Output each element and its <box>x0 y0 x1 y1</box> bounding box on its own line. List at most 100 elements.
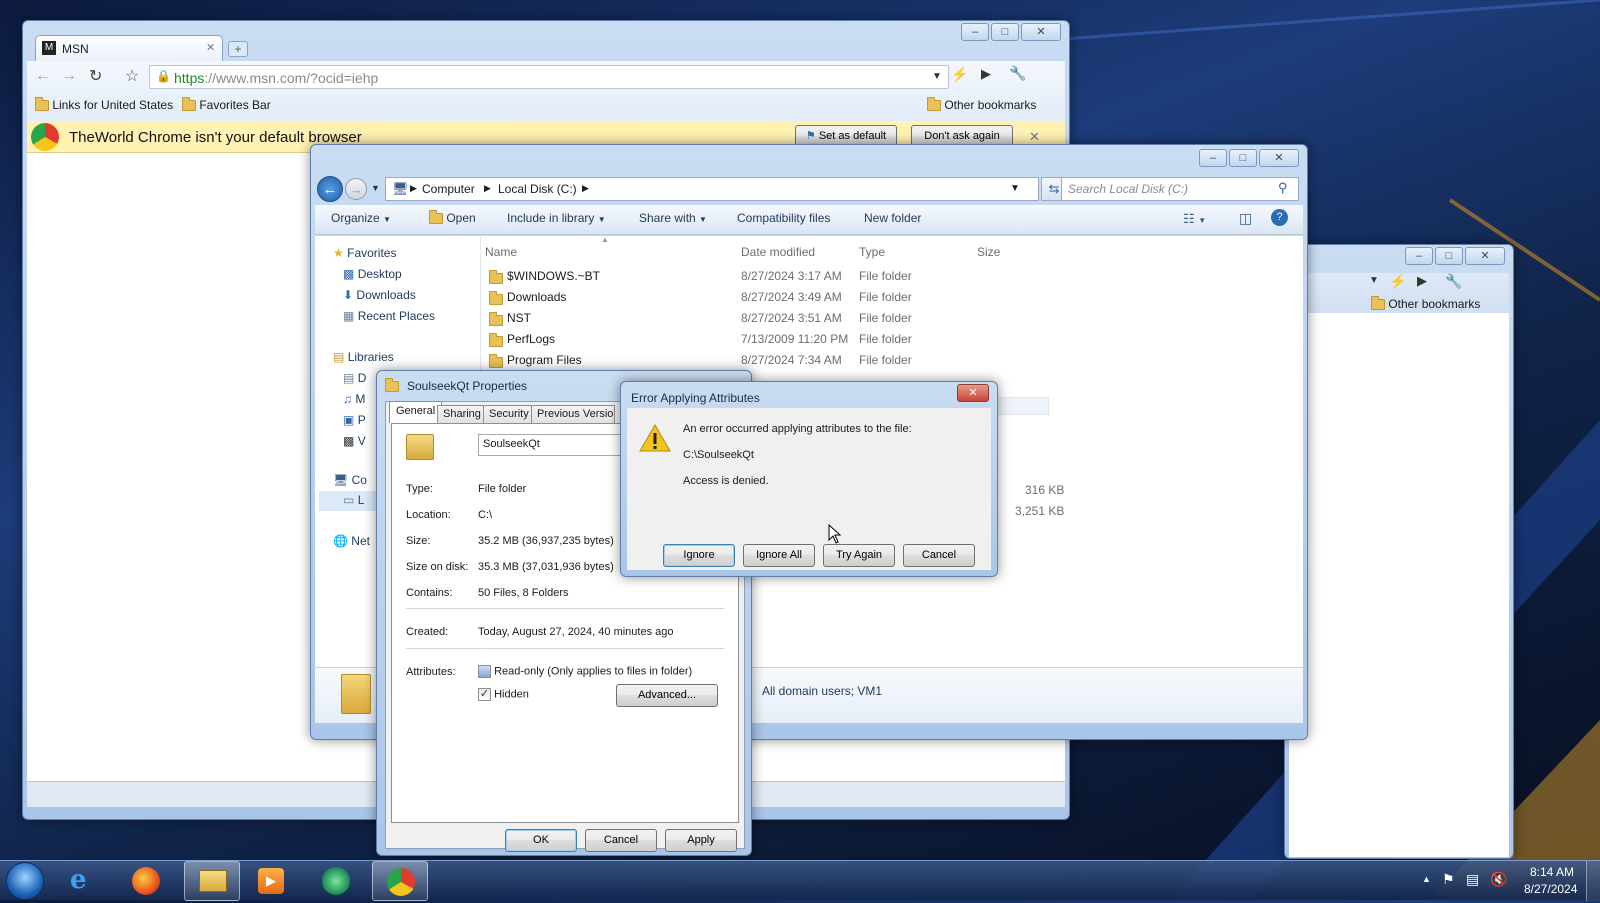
network-tray-icon[interactable]: ▤ <box>1466 871 1479 888</box>
lightning-icon[interactable]: ⚡ <box>951 66 968 83</box>
close-icon[interactable]: ✕ <box>1021 23 1061 41</box>
table-row[interactable]: Downloads 8/27/2024 3:49 AM File folder <box>487 287 1047 307</box>
close-icon[interactable]: ✕ <box>1259 149 1299 167</box>
preview-pane-icon[interactable]: ◫ <box>1239 210 1252 227</box>
clock-date[interactable]: 8/27/2024 <box>1524 882 1577 896</box>
breadcrumb-bar[interactable]: 🖥 ▶ Computer ▶ Local Disk (C:) ▶ ▼ <box>385 177 1039 201</box>
back-icon[interactable]: ← <box>35 67 51 85</box>
other-bookmarks-link[interactable]: Other bookmarks <box>927 97 1036 112</box>
new-tab-button[interactable]: + <box>228 41 248 57</box>
breadcrumb-computer[interactable]: Computer <box>422 182 475 196</box>
maximize-icon[interactable]: □ <box>991 23 1019 41</box>
recent-pages-dropdown-icon[interactable]: ▼ <box>371 183 380 193</box>
table-row[interactable]: PerfLogs 7/13/2009 11:20 PM File folder <box>487 329 1047 349</box>
cancel-button[interactable]: Cancel <box>903 544 975 567</box>
back-arrow-icon[interactable]: ← <box>317 176 343 202</box>
open-button[interactable]: Open <box>429 210 476 225</box>
file-explorer-icon[interactable] <box>184 861 240 901</box>
address-bar[interactable]: 🔒 https://www.msn.com/?ocid=iehp ▼ <box>149 65 949 89</box>
error-close-button[interactable]: ✕ <box>957 384 989 402</box>
infobar-close-icon[interactable]: ✕ <box>1029 129 1040 145</box>
reload-icon[interactable]: ↻ <box>89 66 102 86</box>
organize-button[interactable]: Organize ▼ <box>331 211 391 225</box>
show-desktop-button[interactable] <box>1586 861 1600 901</box>
lightning-icon[interactable]: ⚡ <box>1389 273 1406 290</box>
nav-recent-places[interactable]: ▦ Recent Places <box>343 309 435 323</box>
close-tab-icon[interactable]: ✕ <box>206 41 215 54</box>
advanced-button[interactable]: Advanced... <box>616 684 718 707</box>
nav-desktop[interactable]: ▩ Desktop <box>343 267 402 281</box>
nav-library-videos[interactable]: ▩ V <box>343 434 366 448</box>
action-center-flag-icon[interactable]: ⚑ <box>1442 871 1455 888</box>
address-dropdown-icon[interactable]: ▼ <box>1010 183 1020 194</box>
nav-favorites[interactable]: ★ Favorites <box>333 246 396 260</box>
nav-network[interactable]: 🌐 Net <box>333 534 370 548</box>
minimize-icon[interactable]: – <box>1199 149 1227 167</box>
column-type[interactable]: Type <box>859 245 885 259</box>
nav-computer[interactable]: 🖥 Co <box>333 473 367 487</box>
nav-libraries[interactable]: ▤ Libraries <box>333 350 394 364</box>
theworld-browser-icon[interactable] <box>372 861 428 901</box>
other-bookmarks-link[interactable]: Other bookmarks <box>1371 296 1480 311</box>
nav-downloads[interactable]: ⬇ Downloads <box>343 288 416 302</box>
tab-sharing[interactable]: Sharing <box>437 405 487 424</box>
ignore-all-button[interactable]: Ignore All <box>743 544 815 567</box>
internet-explorer-icon[interactable]: e <box>70 865 87 895</box>
forward-arrow-icon[interactable]: → <box>345 178 367 200</box>
new-folder-button[interactable]: New folder <box>864 211 921 225</box>
column-size[interactable]: Size <box>977 245 1000 259</box>
nav-library-documents[interactable]: ▤ D <box>343 371 366 385</box>
wrench-icon[interactable]: 🔧 <box>1445 273 1462 290</box>
error-dialog[interactable]: Error Applying Attributes ✕ An error occ… <box>620 381 998 577</box>
tab-msn[interactable]: M MSN ✕ <box>35 35 223 61</box>
ok-button[interactable]: OK <box>505 829 577 852</box>
bookmark-favorites-bar[interactable]: Favorites Bar <box>182 97 271 112</box>
breadcrumb-local-disk[interactable]: Local Disk (C:) <box>498 182 577 196</box>
forward-icon[interactable]: → <box>61 67 77 85</box>
search-icon[interactable]: ⚲ <box>1278 180 1288 196</box>
play-icon[interactable]: ▶ <box>1417 273 1427 289</box>
include-in-library-button[interactable]: Include in library ▼ <box>507 211 606 225</box>
column-date-modified[interactable]: Date modified <box>741 245 815 259</box>
help-icon[interactable]: ? <box>1271 209 1288 226</box>
cancel-button[interactable]: Cancel <box>585 829 657 852</box>
table-row[interactable]: $WINDOWS.~BT 8/27/2024 3:17 AM File fold… <box>487 266 1047 286</box>
close-icon[interactable]: ✕ <box>1465 247 1505 265</box>
show-hidden-icons-icon[interactable]: ▲ <box>1422 874 1431 884</box>
minimize-icon[interactable]: – <box>961 23 989 41</box>
wrench-icon[interactable]: 🔧 <box>1009 65 1026 82</box>
clock-time[interactable]: 8:14 AM <box>1530 865 1574 879</box>
tab-previous-versions[interactable]: Previous Versions <box>531 405 615 424</box>
try-again-button[interactable]: Try Again <box>823 544 895 567</box>
volume-muted-icon[interactable]: 🔇 <box>1490 871 1507 888</box>
play-icon[interactable]: ▶ <box>981 66 991 82</box>
hidden-checkbox[interactable]: ✓ Hidden <box>478 688 529 701</box>
column-name[interactable]: Name <box>485 245 517 259</box>
tab-general[interactable]: General <box>389 401 443 423</box>
search-input[interactable]: Search Local Disk (C:) ⚲ <box>1061 177 1299 201</box>
ignore-button[interactable]: Ignore <box>663 544 735 567</box>
nav-local-disk[interactable]: ▭ L <box>319 491 379 511</box>
minimize-icon[interactable]: – <box>1405 247 1433 265</box>
address-dropdown-icon[interactable]: ▼ <box>932 71 942 82</box>
tab-security[interactable]: Security <box>483 405 535 424</box>
table-row[interactable]: Program Files 8/27/2024 7:34 AM File fol… <box>487 350 1047 370</box>
bookmark-links-united-states[interactable]: Links for United States <box>35 97 173 112</box>
table-row[interactable]: NST 8/27/2024 3:51 AM File folder <box>487 308 1047 328</box>
readonly-checkbox[interactable]: Read-only (Only applies to files in fold… <box>478 665 692 678</box>
maximize-icon[interactable]: □ <box>1229 149 1257 167</box>
apply-button[interactable]: Apply <box>665 829 737 852</box>
second-browser-window[interactable]: – □ ✕ ▼ ⚡ ▶ 🔧 Other bookmarks <box>1284 244 1514 859</box>
view-options-icon[interactable]: ☷ ▼ <box>1183 211 1206 227</box>
media-player-icon[interactable]: ▶ <box>258 868 284 894</box>
nav-library-music[interactable]: ♫ M <box>343 392 365 406</box>
folder-name-input[interactable]: SoulseekQt <box>478 434 638 456</box>
share-with-button[interactable]: Share with ▼ <box>639 211 707 225</box>
soulseek-icon[interactable] <box>322 867 350 895</box>
firefox-icon[interactable] <box>132 867 160 895</box>
start-button-icon[interactable] <box>6 862 44 900</box>
dropdown-icon[interactable]: ▼ <box>1369 275 1379 286</box>
nav-library-pictures[interactable]: ▣ P <box>343 413 366 427</box>
star-icon[interactable]: ☆ <box>125 66 139 86</box>
maximize-icon[interactable]: □ <box>1435 247 1463 265</box>
